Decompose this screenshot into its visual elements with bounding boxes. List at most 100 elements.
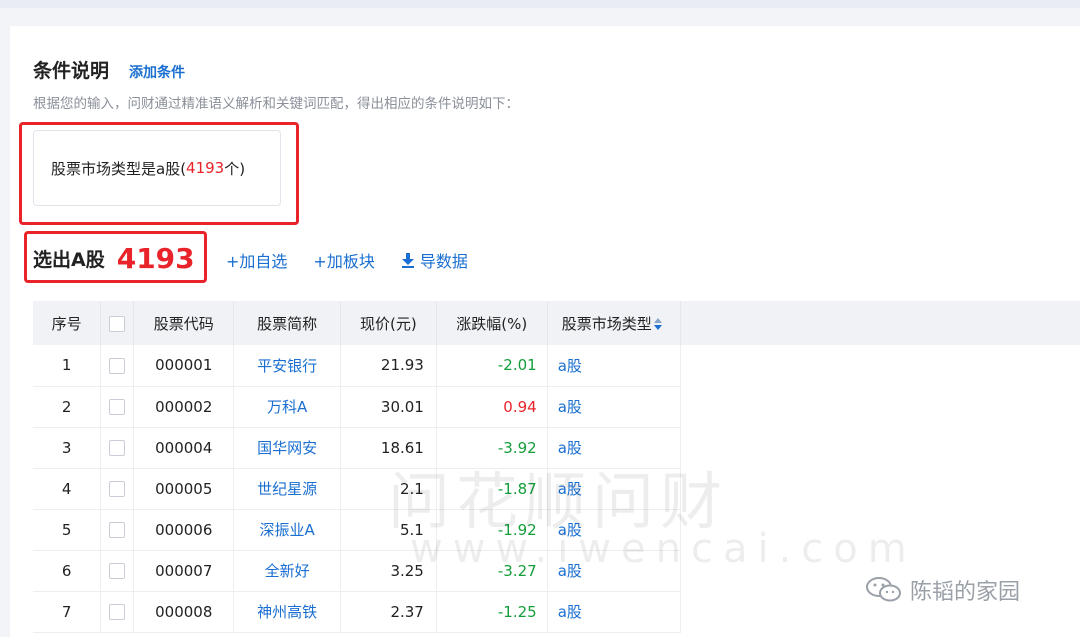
row-change: -1.87	[436, 468, 548, 510]
row-name-link[interactable]: 神州高铁	[233, 591, 341, 633]
export-data-button[interactable]: 导数据	[401, 248, 468, 272]
row-change: -3.27	[436, 550, 548, 592]
row-price: 3.25	[340, 550, 437, 592]
row-name-link[interactable]: 深振业A	[233, 509, 341, 551]
header-price[interactable]: 现价(元)	[340, 301, 437, 345]
header-filler	[680, 301, 1080, 345]
download-icon	[401, 253, 414, 268]
table-row[interactable]: 3 000004 国华网安 18.61 -3.92 a股	[33, 427, 1080, 469]
row-select[interactable]	[100, 509, 135, 551]
header-select-all[interactable]	[100, 301, 135, 345]
row-market-type-link[interactable]: a股	[547, 509, 682, 551]
condition-text-prefix: 股票市场类型是a股(	[51, 159, 187, 178]
row-checkbox[interactable]	[109, 604, 126, 620]
row-change: -1.25	[436, 591, 548, 633]
row-change: -2.01	[436, 345, 548, 387]
wechat-icon	[866, 577, 901, 602]
row-seq: 4	[33, 468, 102, 510]
row-select[interactable]	[100, 591, 135, 633]
row-seq: 3	[33, 427, 102, 469]
row-seq: 1	[33, 345, 102, 387]
row-name-link[interactable]: 万科A	[233, 386, 341, 428]
row-select[interactable]	[100, 550, 135, 592]
condition-chip[interactable]: 股票市场类型是a股(4193 个)	[33, 130, 281, 206]
sort-icon[interactable]	[653, 317, 663, 331]
row-market-type-link[interactable]: a股	[547, 345, 682, 387]
row-select[interactable]	[100, 345, 135, 387]
selection-label: 选出A股	[33, 248, 105, 271]
row-code: 000006	[133, 509, 235, 551]
header-name[interactable]: 股票简称	[233, 301, 341, 345]
add-watchlist-button[interactable]: +加自选	[226, 248, 287, 272]
row-filler	[681, 509, 1080, 550]
result-actions: +加自选 +加板块 导数据	[226, 248, 468, 272]
row-market-type-link[interactable]: a股	[547, 427, 682, 469]
row-price: 2.1	[340, 468, 437, 510]
row-price: 2.37	[340, 591, 437, 633]
header-market-type[interactable]: 股票市场类型	[547, 301, 682, 345]
row-seq: 2	[33, 386, 102, 428]
row-checkbox[interactable]	[109, 399, 126, 415]
row-code: 000004	[133, 427, 235, 469]
row-filler	[681, 468, 1080, 509]
row-code: 000008	[133, 591, 235, 633]
row-filler	[681, 427, 1080, 468]
row-code: 000005	[133, 468, 235, 510]
content-panel: 条件说明 添加条件 根据您的输入，问财通过精准语义解析和关键词匹配，得出相应的条…	[10, 26, 1080, 637]
table-row[interactable]: 4 000005 世纪星源 2.1 -1.87 a股	[33, 468, 1080, 510]
header-seq: 序号	[33, 301, 102, 345]
export-data-label: 导数据	[419, 252, 468, 271]
add-condition-link[interactable]: 添加条件	[129, 62, 185, 82]
row-checkbox[interactable]	[109, 357, 126, 374]
selection-summary: 选出A股 4193	[33, 240, 195, 276]
row-select[interactable]	[100, 427, 135, 469]
row-code: 000002	[133, 386, 235, 428]
row-code: 000001	[133, 345, 235, 387]
select-all-checkbox[interactable]	[109, 315, 126, 332]
table-row[interactable]: 1 000001 平安银行 21.93 -2.01 a股	[33, 345, 1080, 387]
row-checkbox[interactable]	[109, 522, 126, 538]
row-name-link[interactable]: 平安银行	[233, 345, 341, 387]
row-price: 18.61	[340, 427, 437, 469]
row-change: 0.94	[436, 386, 548, 428]
row-market-type-link[interactable]: a股	[547, 468, 682, 510]
row-market-type-link[interactable]: a股	[547, 591, 682, 633]
wechat-badge: 陈韬的家园	[864, 572, 1020, 608]
add-sector-button[interactable]: +加板块	[313, 248, 374, 272]
row-code: 000007	[133, 550, 235, 592]
row-checkbox[interactable]	[109, 563, 126, 579]
row-name-link[interactable]: 世纪星源	[233, 468, 341, 510]
row-select[interactable]	[100, 386, 135, 428]
row-price: 30.01	[340, 386, 437, 428]
condition-header: 条件说明 添加条件	[33, 56, 185, 82]
row-change: -1.92	[436, 509, 548, 551]
row-name-link[interactable]: 国华网安	[233, 427, 341, 469]
header-code[interactable]: 股票代码	[133, 301, 235, 345]
row-select[interactable]	[100, 468, 135, 510]
row-price: 21.93	[340, 345, 437, 387]
row-market-type-link[interactable]: a股	[547, 550, 682, 592]
row-change: -3.92	[436, 427, 548, 469]
top-bar	[0, 0, 1080, 8]
row-market-type-link[interactable]: a股	[547, 386, 682, 428]
wechat-account-name: 陈韬的家园	[910, 580, 1021, 605]
header-market-type-label: 股票市场类型	[561, 314, 652, 333]
condition-count: 4193	[186, 159, 225, 177]
header-change[interactable]: 涨跌幅(%)	[436, 301, 548, 345]
table-header-row: 序号 股票代码 股票简称 现价(元) 涨跌幅(%) 股票市场类型	[33, 301, 1080, 345]
row-seq: 5	[33, 509, 102, 551]
row-price: 5.1	[340, 509, 437, 551]
row-seq: 6	[33, 550, 102, 592]
row-name-link[interactable]: 全新好	[233, 550, 341, 592]
table-row[interactable]: 5 000006 深振业A 5.1 -1.92 a股	[33, 509, 1080, 551]
row-checkbox[interactable]	[109, 440, 126, 456]
row-filler	[681, 386, 1080, 427]
section-title: 条件说明	[33, 60, 110, 82]
condition-text-suffix: 个)	[224, 159, 246, 178]
row-filler	[681, 345, 1080, 386]
selection-count: 4193	[116, 241, 195, 275]
row-seq: 7	[33, 591, 102, 633]
condition-description: 根据您的输入，问财通过精准语义解析和关键词匹配，得出相应的条件说明如下：	[33, 96, 519, 112]
row-checkbox[interactable]	[109, 481, 126, 497]
table-row[interactable]: 2 000002 万科A 30.01 0.94 a股	[33, 386, 1080, 428]
